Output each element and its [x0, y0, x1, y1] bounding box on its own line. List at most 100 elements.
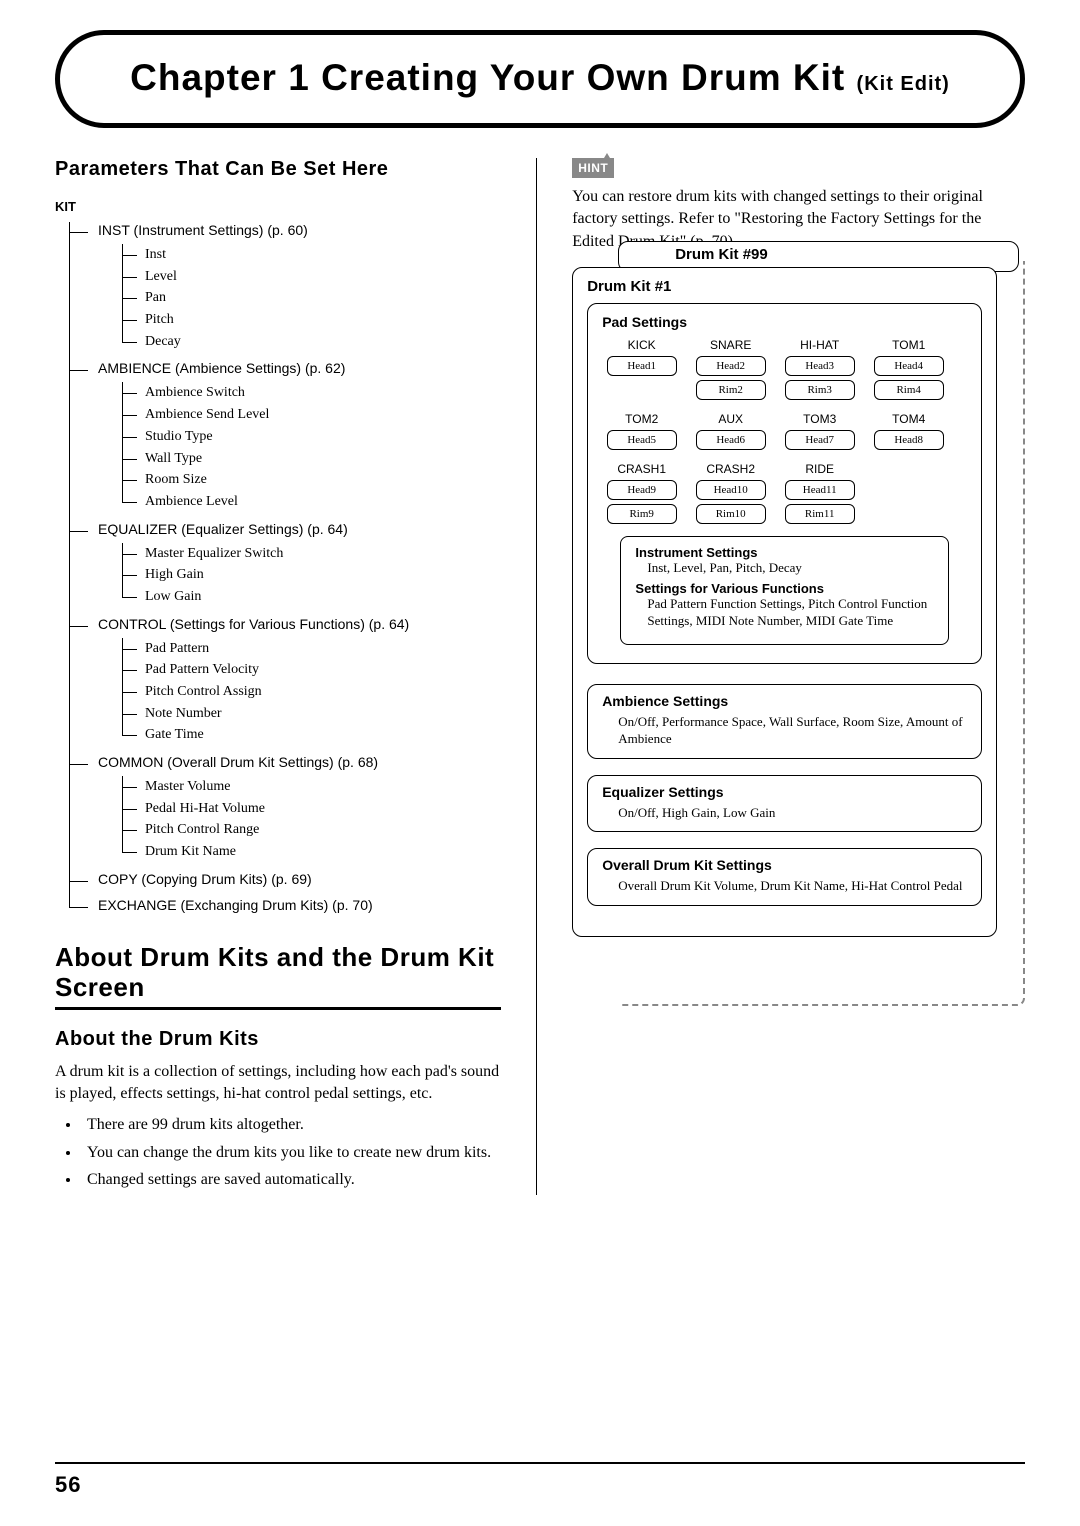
- pad-box: Head2: [696, 356, 766, 376]
- settings-section-box: Ambience Settings On/Off, Performance Spa…: [587, 684, 982, 759]
- pad-box: Head11: [785, 480, 855, 500]
- tree-item: Pitch Control Range: [123, 819, 501, 841]
- pad-column: TOM3 Head7: [780, 412, 859, 450]
- tree-category-title: COPY (Copying Drum Kits) (p. 69): [98, 871, 312, 887]
- pad-column: HI-HATHead3Rim3: [780, 338, 859, 400]
- chapter-title-text: Chapter 1 Creating Your Own Drum Kit: [130, 57, 845, 98]
- tree-item: Studio Type: [123, 426, 501, 448]
- parameters-heading: Parameters That Can Be Set Here: [55, 158, 501, 181]
- pad-box: Rim4: [874, 380, 944, 400]
- pad-box: Head8: [874, 430, 944, 450]
- tree-item: Level: [123, 266, 501, 288]
- tree-item: Inst: [123, 244, 501, 266]
- tree-category: AMBIENCE (Ambience Settings) (p. 62) Ambi…: [70, 360, 501, 512]
- tree-category-title: CONTROL (Settings for Various Functions)…: [98, 616, 409, 632]
- settings-section-title: Equalizer Settings: [602, 784, 967, 800]
- inst-settings-title: Instrument Settings: [635, 545, 933, 560]
- tree-item: Ambience Switch: [123, 382, 501, 404]
- pad-column: KICK Head1: [602, 338, 681, 400]
- pad-column: CRASH2Head10Rim10: [691, 462, 770, 524]
- tree-category: INST (Instrument Settings) (p. 60)InstLe…: [70, 222, 501, 352]
- instrument-settings-box: Instrument Settings Inst, Level, Pan, Pi…: [620, 536, 948, 645]
- pad-column: CRASH1Head9Rim9: [602, 462, 681, 524]
- tree-item: Pad Pattern Velocity: [123, 659, 501, 681]
- pad-row: CRASH1Head9Rim9CRASH2Head10Rim10 RIDE Head…: [602, 462, 967, 524]
- tree-category: EQUALIZER (Equalizer Settings) (p. 64) Ma…: [70, 521, 501, 608]
- pad-column: TOM1 Head4 Rim4: [869, 338, 948, 400]
- drum-kit-1-box: Drum Kit #1 Pad Settings KICKHead1SNAREH…: [572, 267, 997, 937]
- pad-column: RIDE Head11 Rim11: [780, 462, 859, 524]
- pad-column: [869, 462, 948, 524]
- drum-kit-diagram: Drum Kit #99 Drum Kit #1 Pad Settings KI…: [572, 267, 1025, 937]
- tree-item: Pitch Control Assign: [123, 681, 501, 703]
- tree-item: Master Equalizer Switch: [123, 543, 501, 565]
- pad-column: AUX Head6: [691, 412, 770, 450]
- pad-row: TOM2Head5AUXHead6TOM3Head7TOM4Head8: [602, 412, 967, 450]
- chapter-title-box: Chapter 1 Creating Your Own Drum Kit (Ki…: [55, 30, 1025, 128]
- about-subheading: About the Drum Kits: [55, 1028, 501, 1051]
- left-column: Parameters That Can Be Set Here KIT INST…: [55, 158, 501, 1195]
- drum-kit-99-title: Drum Kit #99: [675, 246, 1002, 263]
- settings-section-box: Overall Drum Kit SettingsOverall Drum Ki…: [587, 848, 982, 906]
- tree-item: Pan: [123, 287, 501, 309]
- column-divider: [536, 158, 537, 1195]
- pad-box: Rim11: [785, 504, 855, 524]
- tree-item: High Gain: [123, 564, 501, 586]
- chapter-title: Chapter 1 Creating Your Own Drum Kit (Ki…: [90, 57, 990, 99]
- pad-name-label: CRASH1: [617, 462, 666, 476]
- pad-name-label: AUX: [718, 412, 743, 426]
- tree-item: Room Size: [123, 469, 501, 491]
- pad-column: SNAREHead2Rim2: [691, 338, 770, 400]
- various-functions-title: Settings for Various Functions: [635, 581, 933, 596]
- pad-name-label: HI-HAT: [800, 338, 839, 352]
- pad-name-label: CRASH2: [706, 462, 755, 476]
- footer-rule: [55, 1462, 1025, 1464]
- tree-item: Ambience Send Level: [123, 404, 501, 426]
- tree-category: COPY (Copying Drum Kits) (p. 69): [70, 871, 501, 889]
- tree-item: Drum Kit Name: [123, 841, 501, 863]
- hint-icon: HINT: [572, 158, 614, 178]
- pad-box: Rim2: [696, 380, 766, 400]
- tree-category-title: AMBIENCE (Ambience Settings) (p. 62): [98, 360, 345, 376]
- inst-settings-desc: Inst, Level, Pan, Pitch, Decay: [635, 560, 933, 577]
- settings-section-desc: Overall Drum Kit Volume, Drum Kit Name, …: [602, 877, 967, 895]
- pad-name-label: TOM2: [625, 412, 658, 426]
- tree-item: Master Volume: [123, 776, 501, 798]
- pad-name-label: TOM4: [892, 412, 925, 426]
- pad-box: Head3: [785, 356, 855, 376]
- settings-section-box: Equalizer Settings On/Off, High Gain, Low…: [587, 775, 982, 833]
- tree-category: EXCHANGE (Exchanging Drum Kits) (p. 70): [70, 897, 501, 915]
- pad-settings-box: Pad Settings KICKHead1SNAREHead2Rim2HI-H…: [587, 303, 982, 664]
- settings-section-desc: On/Off, High Gain, Low Gain: [602, 804, 967, 822]
- various-functions-desc: Pad Pattern Function Settings, Pitch Con…: [635, 596, 933, 630]
- tree-item: Gate Time: [123, 724, 501, 746]
- page-number: 56: [55, 1472, 81, 1498]
- pad-name-label: TOM1: [892, 338, 925, 352]
- pad-box: Rim9: [607, 504, 677, 524]
- pad-box: Head7: [785, 430, 855, 450]
- about-bullet-item: You can change the drum kits you like to…: [81, 1141, 501, 1164]
- right-column: HINT You can restore drum kits with chan…: [572, 158, 1025, 1195]
- tree-item: Note Number: [123, 703, 501, 725]
- tree-item: Wall Type: [123, 448, 501, 470]
- tree-category-title: COMMON (Overall Drum Kit Settings) (p. 6…: [98, 754, 378, 770]
- settings-section-title: Ambience Settings: [602, 693, 967, 709]
- tree-category-title: EQUALIZER (Equalizer Settings) (p. 64): [98, 521, 348, 537]
- drum-kit-1-title: Drum Kit #1: [587, 278, 982, 295]
- pad-settings-title: Pad Settings: [602, 314, 967, 330]
- pad-box: Head1: [607, 356, 677, 376]
- pad-name-label: RIDE: [805, 462, 834, 476]
- tree-category: CONTROL (Settings for Various Functions)…: [70, 616, 501, 746]
- pad-box: Head6: [696, 430, 766, 450]
- pad-name-label: TOM3: [803, 412, 836, 426]
- tree-item: Pitch: [123, 309, 501, 331]
- pad-column: TOM4 Head8: [869, 412, 948, 450]
- kit-label: KIT: [55, 199, 501, 214]
- about-bullet-item: There are 99 drum kits altogether.: [81, 1113, 501, 1136]
- pad-name-label: KICK: [628, 338, 656, 352]
- settings-section-desc: On/Off, Performance Space, Wall Surface,…: [602, 713, 967, 748]
- about-bullets: There are 99 drum kits altogether. You ca…: [65, 1113, 501, 1191]
- tree-item: Ambience Level: [123, 491, 501, 513]
- about-paragraph: A drum kit is a collection of settings, …: [55, 1061, 501, 1106]
- pad-box: Head4: [874, 356, 944, 376]
